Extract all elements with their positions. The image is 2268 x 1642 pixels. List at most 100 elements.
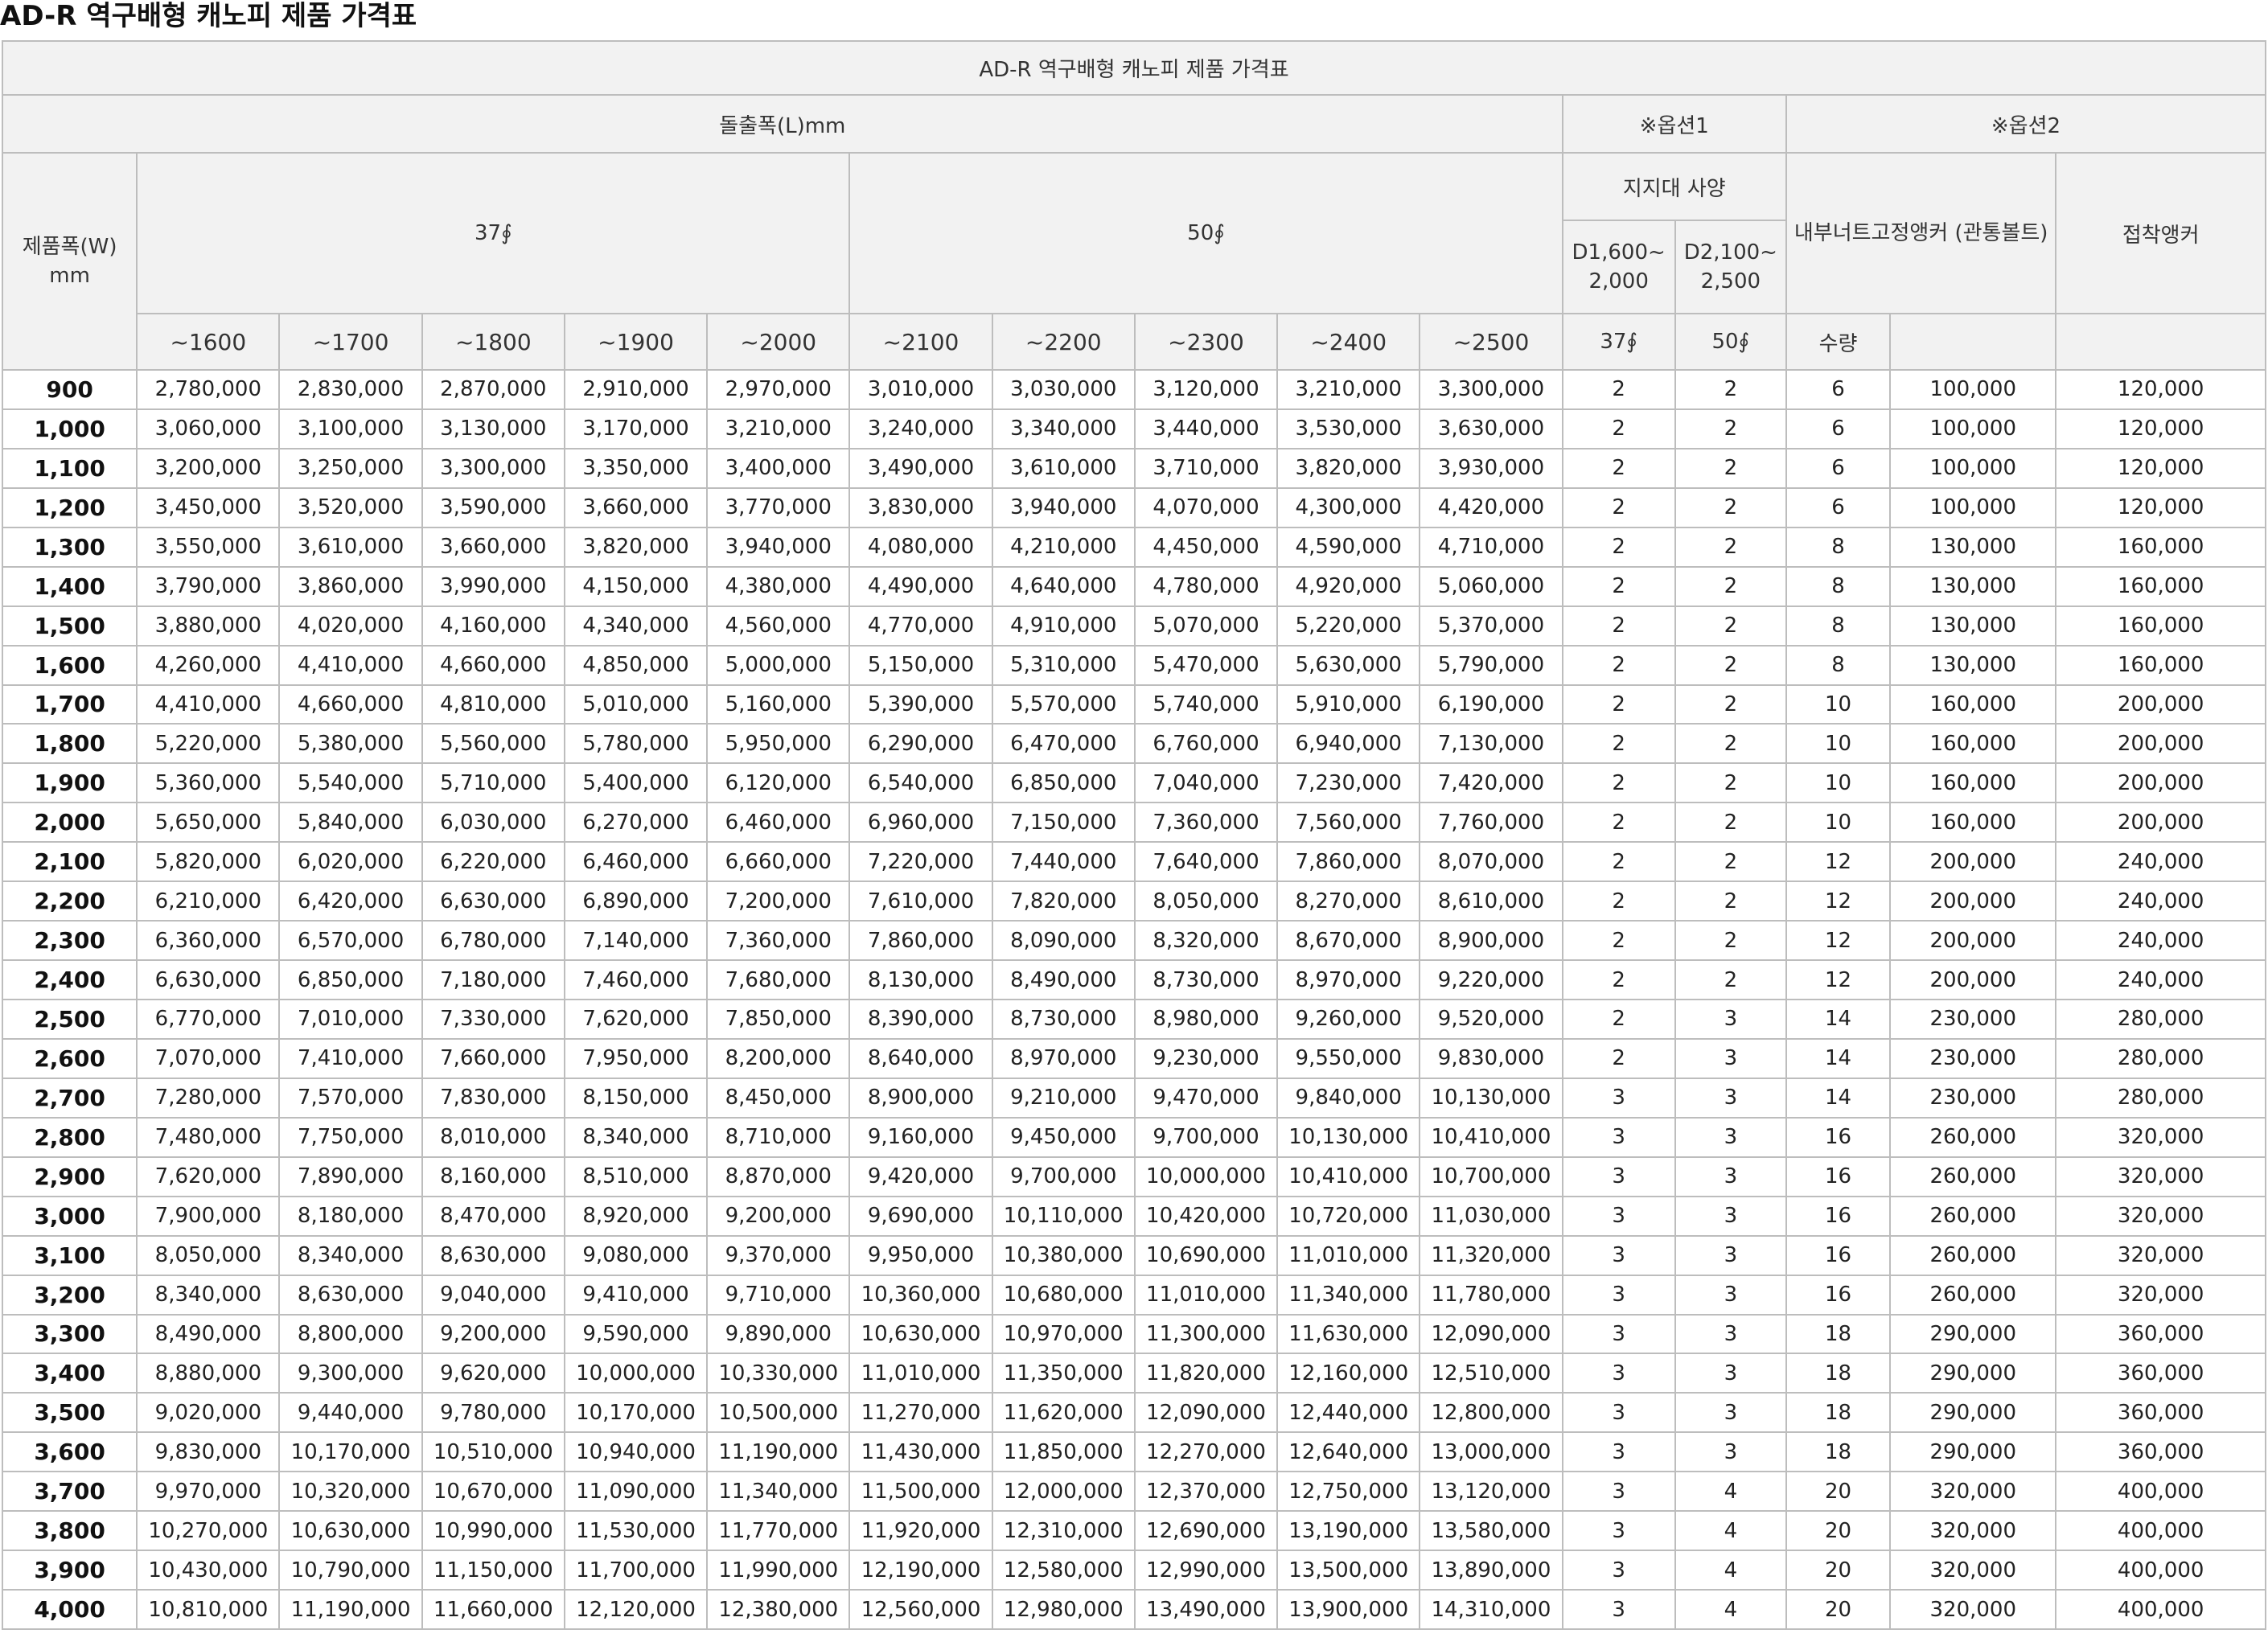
table-cell: 7,820,000 (991, 881, 1136, 922)
table-cell: 8,340,000 (278, 1234, 423, 1276)
table-cell: 360,000 (2055, 1392, 2266, 1434)
table-cell: 10,810,000 (136, 1589, 281, 1630)
table-cell: 2,970,000 (706, 369, 851, 410)
table-cell: 2 (1674, 762, 1787, 804)
table-cell: 3,210,000 (1276, 369, 1421, 410)
table-cell: 160,000 (2055, 644, 2266, 686)
table-cell: 5,150,000 (848, 644, 993, 686)
table-cell: 10,000,000 (563, 1353, 709, 1394)
width-cell: 3,200 (1, 1274, 138, 1316)
table-row: 1,800 5,220,000 5,380,000 5,560,000 5,780,00… (1, 723, 2266, 765)
table-cell: 9,020,000 (136, 1392, 281, 1434)
table-cell: 10,410,000 (1276, 1156, 1421, 1197)
table-cell: 14 (1785, 1037, 1892, 1079)
table-cell: 240,000 (2055, 881, 2266, 922)
table-cell: 9,420,000 (848, 1156, 993, 1197)
table-cell: 13,490,000 (1133, 1589, 1279, 1630)
table-cell: 11,500,000 (848, 1471, 993, 1513)
width-cell: 2,600 (1, 1037, 138, 1079)
table-cell: 2 (1561, 999, 1676, 1040)
table-cell: 3,530,000 (1276, 408, 1421, 449)
table-cell: 260,000 (1889, 1234, 2057, 1276)
table-cell: 9,410,000 (563, 1274, 709, 1316)
table-cell: 320,000 (1889, 1589, 2057, 1630)
size-header: ~2000 (706, 313, 851, 371)
table-cell: 8,900,000 (848, 1077, 993, 1119)
table-cell: 320,000 (1889, 1471, 2057, 1513)
table-cell: 2,780,000 (136, 369, 281, 410)
table-cell: 3,250,000 (278, 447, 423, 489)
table-cell: 160,000 (1889, 683, 2057, 725)
table-cell: 11,300,000 (1133, 1313, 1279, 1355)
table-cell: 16 (1785, 1274, 1892, 1316)
table-cell: 4,300,000 (1276, 486, 1421, 528)
table-cell: 7,830,000 (421, 1077, 565, 1119)
size-header: ~1900 (563, 313, 709, 371)
table-cell: 3,440,000 (1133, 408, 1279, 449)
table-cell: 6,960,000 (848, 802, 993, 844)
table-cell: 9,370,000 (706, 1234, 851, 1276)
table-cell: 3 (1561, 1550, 1676, 1591)
inner-nut-anchor-header: 내부너트고정앵커 (관통볼트) (1785, 152, 2057, 314)
table-cell: 360,000 (2055, 1313, 2266, 1355)
table-cell: 7,480,000 (136, 1116, 281, 1158)
table-cell: 7,360,000 (1133, 802, 1279, 844)
table-cell: 11,270,000 (848, 1392, 993, 1434)
table-cell: 9,210,000 (991, 1077, 1136, 1119)
table-cell: 6,540,000 (848, 762, 993, 804)
table-cell: 7,220,000 (848, 841, 993, 883)
table-cell: 11,920,000 (848, 1510, 993, 1552)
table-cell: 10,720,000 (1276, 1195, 1421, 1237)
table-cell: 2 (1674, 369, 1787, 410)
option1-header: ※옵션1 (1561, 94, 1787, 154)
table-cell: 400,000 (2055, 1471, 2266, 1513)
table-row: 3,800 10,270,000 10,630,000 10,990,000 11,53… (1, 1510, 2266, 1552)
table-cell: 2 (1674, 723, 1787, 765)
size-header: ~2300 (1133, 313, 1279, 371)
table-cell: 9,080,000 (563, 1234, 709, 1276)
table-cell: 6,030,000 (421, 802, 565, 844)
table-cell: 2 (1561, 802, 1676, 844)
table-cell: 12,270,000 (1133, 1431, 1279, 1473)
width-cell: 1,000 (1, 408, 138, 449)
table-cell: 5,570,000 (991, 683, 1136, 725)
table-cell: 8,490,000 (136, 1313, 281, 1355)
table-cell: 10,130,000 (1419, 1077, 1563, 1119)
table-cell: 3 (1674, 1353, 1787, 1394)
table-cell: 3,790,000 (136, 565, 281, 607)
table-cell: 3 (1561, 1510, 1676, 1552)
table-cell: 2 (1561, 447, 1676, 489)
table-cell: 2 (1674, 881, 1787, 922)
table-cell: 12,370,000 (1133, 1471, 1279, 1513)
table-cell: 11,620,000 (991, 1392, 1136, 1434)
table-cell: 290,000 (1889, 1353, 2057, 1394)
table-cell: 100,000 (1889, 486, 2057, 528)
width-cell: 900 (1, 369, 138, 410)
table-cell: 3,820,000 (1276, 447, 1421, 489)
table-cell: 2 (1561, 841, 1676, 883)
table-cell: 13,890,000 (1419, 1550, 1563, 1591)
table-cell: 260,000 (1889, 1274, 2057, 1316)
width-cell: 3,800 (1, 1510, 138, 1552)
table-cell: 3,860,000 (278, 565, 423, 607)
table-cell: 7,130,000 (1419, 723, 1563, 765)
table-cell: 3,820,000 (563, 526, 709, 568)
table-cell: 3,060,000 (136, 408, 281, 449)
table-cell: 7,850,000 (706, 999, 851, 1040)
quantity-subheader: 수량 (1785, 313, 1892, 371)
table-cell: 9,300,000 (278, 1353, 423, 1394)
width-cell: 1,700 (1, 683, 138, 725)
table-cell: 360,000 (2055, 1431, 2266, 1473)
group-37-header: 37∮ (136, 152, 851, 314)
table-cell: 8,010,000 (421, 1116, 565, 1158)
table-cell: 12,090,000 (1419, 1313, 1563, 1355)
table-cell: 3,610,000 (278, 526, 423, 568)
table-cell: 5,000,000 (706, 644, 851, 686)
width-cell: 1,400 (1, 565, 138, 607)
table-cell: 2 (1674, 408, 1787, 449)
table-cell: 9,260,000 (1276, 999, 1421, 1040)
table-cell: 9,690,000 (848, 1195, 993, 1237)
table-cell: 240,000 (2055, 959, 2266, 1000)
table-cell: 5,910,000 (1276, 683, 1421, 725)
table-cell: 5,220,000 (136, 723, 281, 765)
